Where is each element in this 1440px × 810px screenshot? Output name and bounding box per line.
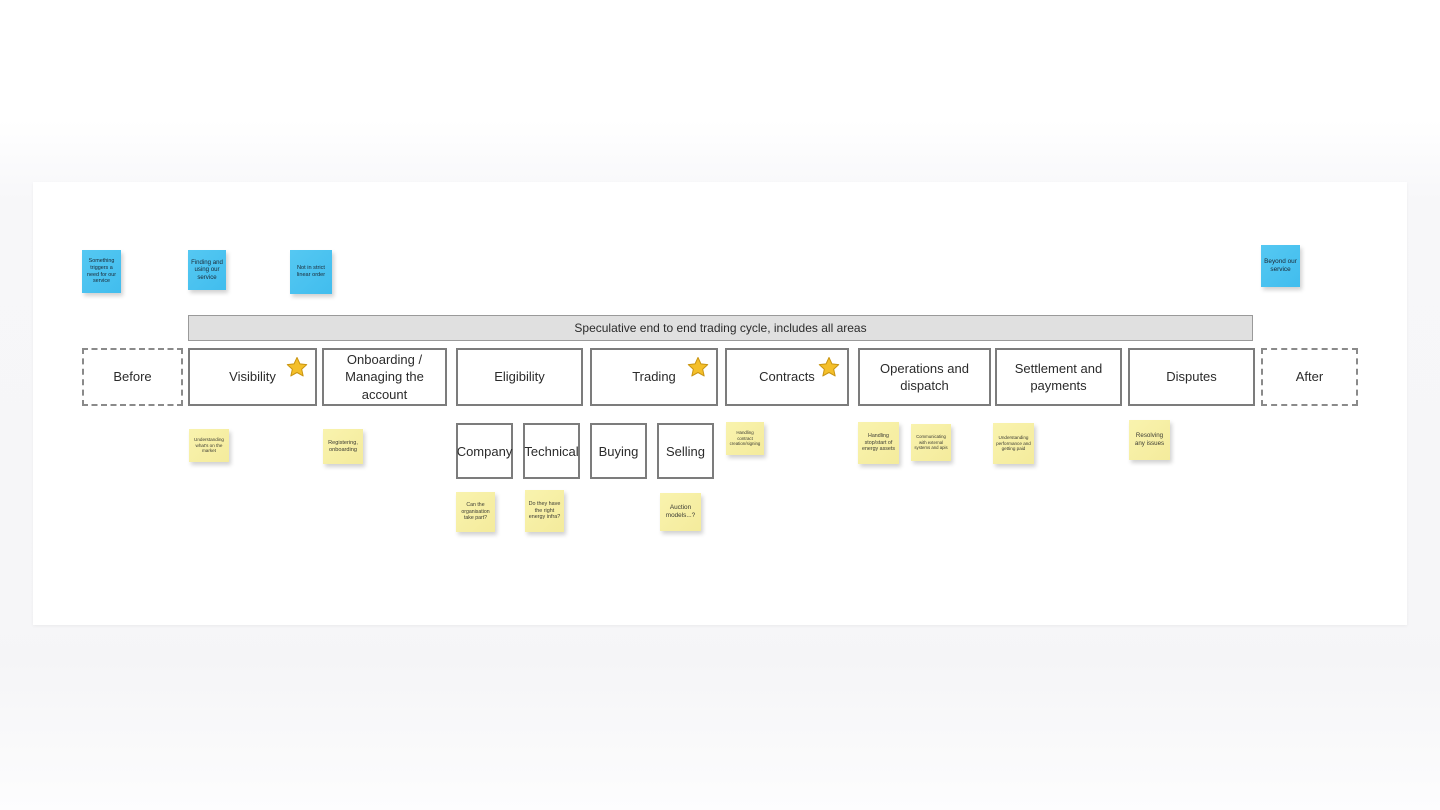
stage-label: Settlement and payments [1014,360,1103,393]
sticky-note-activity[interactable]: Understanding performance and getting pa… [993,423,1034,464]
sticky-note-question[interactable]: Do they have the right energy infra? [525,490,564,532]
stage-label: Eligibility [494,369,545,385]
star-icon [818,356,840,378]
stage-label: Visibility [229,369,276,385]
stage-box-before[interactable]: Before [82,348,183,406]
sticky-note-activity[interactable]: Handling stop/start of energy assets [858,422,899,464]
sticky-note-question[interactable]: Auction models...? [660,493,701,531]
stage-label: Contracts [759,369,815,385]
stage-box-operations[interactable]: Operations and dispatch [858,348,991,406]
stage-box-eligibility[interactable]: Eligibility [456,348,583,406]
sticky-note-context[interactable]: Something triggers a need for our servic… [82,250,121,293]
stage-box-onboarding[interactable]: Onboarding / Managing the account [322,348,447,406]
stage-label: Operations and dispatch [880,360,969,393]
stage-box-settlement[interactable]: Settlement and payments [995,348,1122,406]
stage-label: Onboarding / Managing the account [345,352,424,402]
sticky-note-activity[interactable]: Registering, onboarding [323,429,363,464]
phase-band-label: Speculative end to end trading cycle, in… [574,321,867,335]
stage-label: Disputes [1166,369,1217,385]
subbox-company[interactable]: Company [456,423,513,479]
subbox-buying[interactable]: Buying [590,423,647,479]
subbox-label: Selling [665,443,706,459]
subbox-label: Technical [524,443,579,459]
sticky-note-activity[interactable]: Resolving any issues [1129,420,1170,460]
blueprint-canvas: Something triggers a need for our servic… [33,182,1407,625]
star-icon [687,356,709,378]
sticky-note-context[interactable]: Finding and using our service [188,250,226,290]
stage-label: After [1295,369,1324,385]
subbox-selling[interactable]: Selling [657,423,714,479]
stage-box-disputes[interactable]: Disputes [1128,348,1255,406]
stage-label: Before [113,369,152,385]
stage-box-visibility[interactable]: Visibility [188,348,317,406]
sticky-note-question[interactable]: Can the organisation take part? [456,492,495,532]
stage-box-trading[interactable]: Trading [590,348,718,406]
stage-box-contracts[interactable]: Contracts [725,348,849,406]
subbox-label: Buying [598,443,639,459]
sticky-note-context[interactable]: Not in strict linear order [290,250,332,294]
stage-label: Trading [632,369,676,385]
sticky-note-activity[interactable]: Understanding what's on the market [189,429,229,462]
sticky-note-activity[interactable]: Communicating with external systems and … [911,424,951,461]
stage-box-after[interactable]: After [1261,348,1358,406]
subbox-technical[interactable]: Technical [523,423,580,479]
sticky-note-activity[interactable]: Handling contract creation/signing [726,422,764,455]
subbox-label: Company [456,443,513,459]
phase-band-header: Speculative end to end trading cycle, in… [188,315,1253,341]
sticky-note-context[interactable]: Beyond our service [1261,245,1300,287]
star-icon [286,356,308,378]
